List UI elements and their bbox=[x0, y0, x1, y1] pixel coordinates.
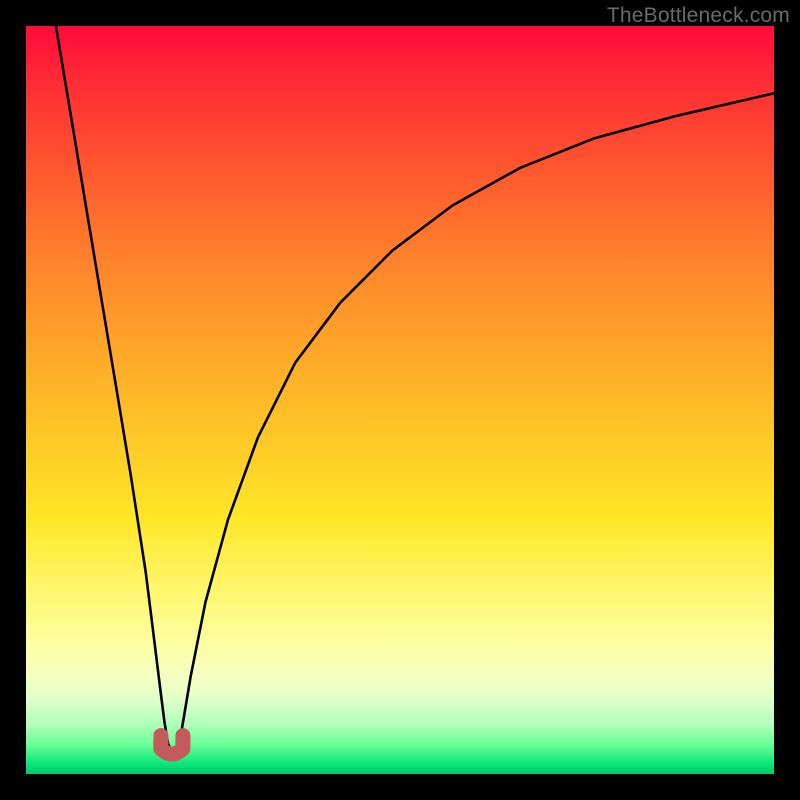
bottleneck-chart bbox=[26, 26, 774, 774]
bottleneck-curve bbox=[56, 26, 774, 752]
watermark-text: TheBottleneck.com bbox=[607, 4, 790, 28]
chart-area bbox=[26, 26, 774, 774]
optimal-marker bbox=[161, 736, 183, 755]
